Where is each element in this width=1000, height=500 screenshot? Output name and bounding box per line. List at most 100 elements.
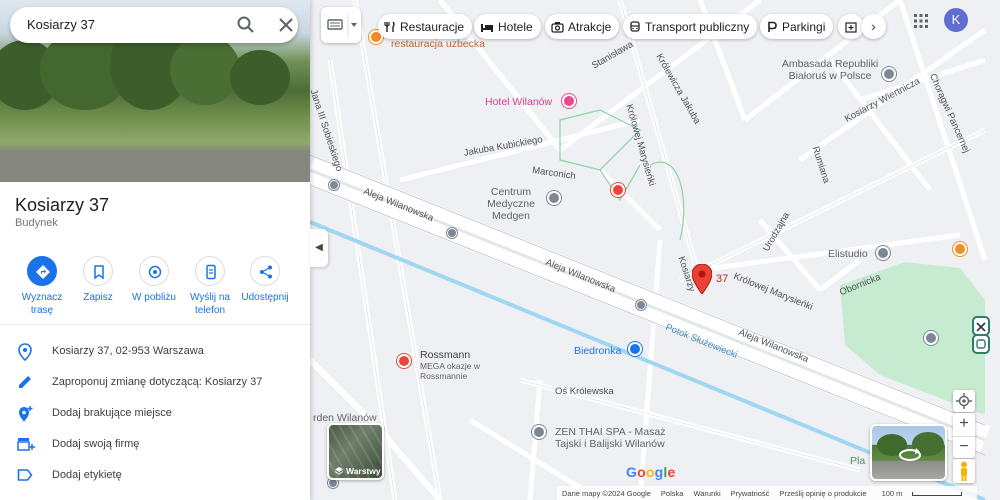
scale-label: 100 m <box>881 488 903 498</box>
chip-transit-label: Transport publiczny <box>645 19 750 34</box>
send-to-phone-icon <box>206 264 216 280</box>
share-icon <box>260 265 272 279</box>
share-button[interactable]: Udostępnij <box>234 254 296 304</box>
poi-label-hotel: Hotel Wilanów <box>485 96 553 108</box>
pegman-icon <box>961 461 967 481</box>
send-to-phone-label: Wyślij na telefon <box>190 292 230 316</box>
country-link[interactable]: Polska <box>661 489 684 498</box>
transit-icon <box>630 20 640 32</box>
terms-link[interactable]: Warunki <box>693 489 720 498</box>
layers-icon <box>334 467 344 475</box>
selected-location-marker-icon[interactable] <box>692 264 712 294</box>
close-icon[interactable] <box>276 15 296 35</box>
divider <box>0 324 310 325</box>
poi-label-zen: ZEN THAI SPA - Masaż Tajski i Balijski W… <box>555 426 666 450</box>
zoom-in-button[interactable]: + <box>953 413 975 435</box>
add-label-text: Dodaj etykietę <box>52 469 122 481</box>
action-buttons: Wyznacz trasę Zapisz W pobliżu Wyślij na… <box>0 254 310 316</box>
shopping-poi-icon[interactable] <box>628 342 642 356</box>
suggest-edit-text: Zaproponuj zmianę dotyczącą: Kosiarzy 37 <box>52 376 263 388</box>
suggest-edit-row[interactable]: Zaproponuj zmianę dotyczącą: Kosiarzy 37 <box>0 368 310 398</box>
restaurant-poi-icon[interactable] <box>953 242 967 256</box>
poi-label-restaurant: restauracja uzbecka <box>391 38 485 50</box>
nearby-icon <box>148 265 162 279</box>
privacy-link[interactable]: Prywatność <box>731 489 770 498</box>
search-icon[interactable] <box>236 15 256 35</box>
add-business-text: Dodaj swoją firmę <box>52 438 140 450</box>
chip-hotels-label: Hotele <box>498 19 533 34</box>
street-view-preview[interactable] <box>870 424 947 481</box>
bookmark-icon <box>94 265 104 280</box>
poi-label-biedronka: Biedronka <box>574 345 622 357</box>
directions-icon <box>36 265 50 279</box>
poi-label-rossmann-sub: MEGA okazje w Rossmannie <box>420 361 480 381</box>
location-pin-icon <box>18 343 32 361</box>
chip-attractions[interactable]: Atrakcje <box>545 14 620 39</box>
bus-stop-icon[interactable] <box>329 180 339 190</box>
account-avatar[interactable]: K <box>944 8 968 32</box>
rossmann-poi-icon[interactable] <box>397 354 411 368</box>
embassy-poi-icon[interactable] <box>882 67 896 81</box>
nearby-label: W pobliżu <box>132 292 176 303</box>
bus-stop-icon[interactable] <box>447 228 457 238</box>
hospital-poi-icon[interactable] <box>611 183 625 197</box>
chip-restaurants[interactable]: Restauracje <box>378 14 473 39</box>
hotel-poi-icon[interactable] <box>562 94 576 108</box>
rotate-360-icon <box>899 448 921 461</box>
pharmacy-icon <box>845 21 857 33</box>
layers-button[interactable]: Warstwy <box>327 423 384 480</box>
search-box[interactable]: Kosiarzy 37 <box>10 7 298 43</box>
hotel-icon <box>481 23 493 32</box>
address-row[interactable]: Kosiarzy 37, 02-953 Warszawa <box>0 337 310 367</box>
add-missing-place-row[interactable]: Dodaj brakujące miejsce <box>0 399 310 429</box>
chip-transit[interactable]: Transport publiczny <box>623 14 758 39</box>
apps-grid-icon[interactable] <box>913 13 929 29</box>
scale-indicator[interactable]: 100 m <box>877 489 968 498</box>
medical-poi-icon[interactable] <box>547 191 561 205</box>
directions-button[interactable]: Wyznacz trasę <box>11 254 73 317</box>
place-type: Budynek <box>15 217 58 229</box>
chip-parking-label: Parkingi <box>782 19 826 34</box>
feedback-link[interactable]: Prześlij opinię o produkcie <box>779 489 866 498</box>
address-text: Kosiarzy 37, 02-953 Warszawa <box>52 345 204 357</box>
collapse-panel-button[interactable]: ◀ <box>310 229 328 267</box>
add-missing-place-text: Dodaj brakujące miejsce <box>52 407 172 419</box>
camera-icon <box>551 21 564 33</box>
poi-label-elistudio: Elistudio <box>828 248 868 260</box>
add-place-icon <box>19 406 33 422</box>
input-tools-button[interactable] <box>321 7 361 43</box>
chip-hotels[interactable]: Hotele <box>474 14 541 39</box>
my-location-icon <box>956 393 972 409</box>
add-label-row[interactable]: Dodaj etykietę <box>0 461 310 491</box>
chips-next-button[interactable]: › <box>861 14 886 39</box>
search-input[interactable]: Kosiarzy 37 <box>27 17 95 32</box>
poi-label-pla: Pla <box>850 455 866 467</box>
parking-icon <box>768 21 777 32</box>
chip-parking[interactable]: Parkingi <box>760 14 834 39</box>
restaurant-icon <box>384 21 395 32</box>
my-location-button[interactable] <box>953 390 975 412</box>
keyboard-icon <box>327 13 357 37</box>
chip-attractions-label: Atrakcje <box>568 19 612 34</box>
street-view-pegman-button[interactable] <box>953 459 975 483</box>
place-panel: Kosiarzy 37 Kosiarzy 37 Budynek Wyznacz … <box>0 0 310 500</box>
street-label: Oś Królewska <box>555 386 614 397</box>
zoom-out-button[interactable]: − <box>953 436 975 458</box>
bus-stop-icon[interactable] <box>636 300 646 310</box>
spa-poi-icon[interactable] <box>532 425 546 439</box>
poi-label-rossmann: Rossmann <box>420 349 471 361</box>
label-icon <box>17 469 33 481</box>
close-icon[interactable] <box>972 316 990 336</box>
layers-label: Warstwy <box>346 466 381 476</box>
park-poi-icon[interactable] <box>924 331 938 345</box>
elistudio-poi-icon[interactable] <box>876 246 890 260</box>
add-business-row[interactable]: Dodaj swoją firmę <box>0 430 310 460</box>
save-button[interactable]: Zapisz <box>67 254 129 304</box>
directions-label: Wyznacz trasę <box>21 292 63 316</box>
map-footer: Dane mapy ©2024 Google Polska Warunki Pr… <box>557 486 977 500</box>
add-business-icon <box>17 438 35 451</box>
google-logo: Google <box>626 464 676 480</box>
nearby-button[interactable]: W pobliżu <box>123 254 185 304</box>
send-to-phone-button[interactable]: Wyślij na telefon <box>179 254 241 317</box>
expand-icon[interactable] <box>972 334 990 354</box>
